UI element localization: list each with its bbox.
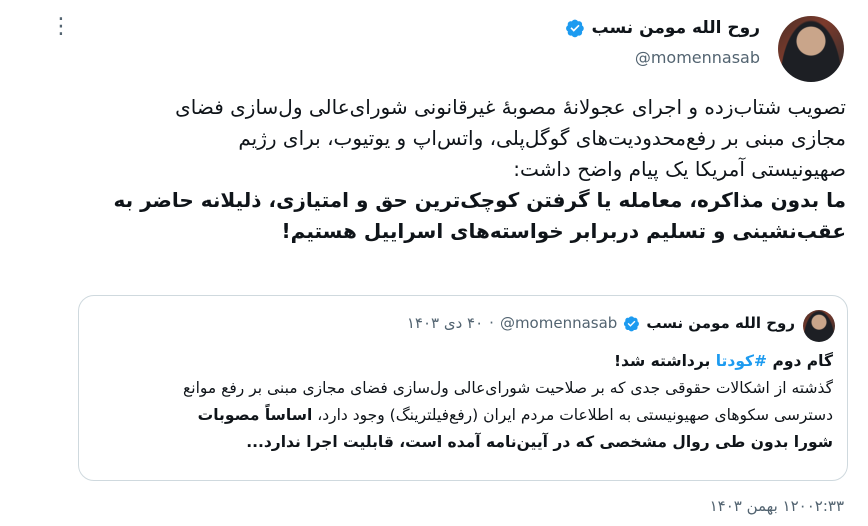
post-line: تصویب شتاب‌زده و اجرای عجولانۀ مصوبۀ غیر… (175, 95, 846, 119)
quoted-author-name: روح الله مومن نسب (646, 314, 795, 332)
quoted-headline: گام دوم #کودتا برداشته شد! (91, 348, 833, 375)
verified-badge-icon (624, 315, 640, 331)
post-line-bold: عقب‌نشینی و تسلیم دربرابر خواسته‌های اسر… (281, 219, 846, 243)
more-options-icon[interactable]: ⋮ (50, 16, 72, 38)
quoted-line: گذشته از اشکالات حقوقی جدی که بر صلاحیت … (183, 379, 833, 397)
post-line: مجازی مبنی بر رفع‌محدودیت‌های گوگل‌پلی، … (238, 126, 846, 150)
quoted-tweet-header: روح الله مومن نسب @momennasab · ۴۰ دی ۱۴… (407, 314, 795, 332)
post-line-bold: ما بدون مذاکره، معامله یا گرفتن کوچک‌تری… (113, 188, 847, 212)
quoted-line-normal: دسترسی سکوهای صهیونیستی به اطلاعات مردم … (312, 406, 833, 424)
quoted-tweet-date: ۴۰ دی ۱۴۰۳ (406, 314, 484, 332)
quoted-headline-post: برداشته شد! (613, 352, 716, 370)
quoted-headline-pre: گام دوم (767, 352, 833, 370)
separator-dot: · (489, 314, 494, 332)
author-name-row: روح الله مومن نسب (565, 18, 760, 38)
post-timestamp[interactable]: ۱۲۰۰۲:۳۳ بهمن ۱۴۰۳ (710, 497, 844, 515)
tweet: روح الله مومن نسب @momennasab ⋮ تصویب شت… (0, 0, 868, 526)
author-name[interactable]: روح الله مومن نسب (591, 18, 760, 38)
post-text: تصویب شتاب‌زده و اجرای عجولانۀ مصوبۀ غیر… (18, 92, 847, 247)
post-line: صهیونیستی آمریکا یک پیام واضح داشت: (513, 157, 846, 181)
quoted-author-avatar (803, 310, 835, 342)
quoted-tweet[interactable]: روح الله مومن نسب @momennasab · ۴۰ دی ۱۴… (78, 295, 848, 481)
quoted-line-bold: شورا بدون طی روال مشخصی که در آیین‌نامه … (246, 433, 833, 451)
quoted-author-handle: @momennasab (499, 314, 618, 332)
author-avatar[interactable] (778, 16, 844, 82)
quoted-line-bold: اساساً مصوبات (197, 406, 313, 424)
hashtag-link[interactable]: #کودتا (716, 352, 767, 370)
quoted-line: دسترسی سکوهای صهیونیستی به اطلاعات مردم … (91, 402, 833, 429)
verified-badge-icon (566, 19, 585, 38)
author-handle[interactable]: @momennasab (635, 48, 760, 67)
quoted-tweet-text: گام دوم #کودتا برداشته شد! گذشته از اشکا… (91, 348, 833, 456)
